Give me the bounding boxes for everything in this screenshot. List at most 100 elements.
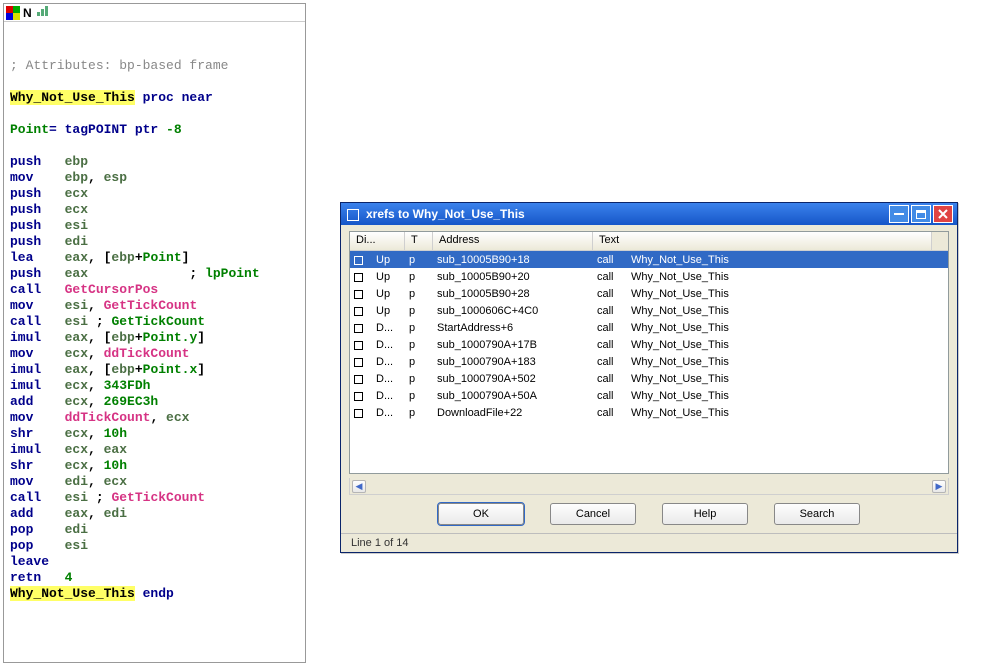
- code-line[interactable]: [10, 74, 299, 90]
- xref-row-icon: [354, 271, 370, 283]
- code-line[interactable]: push ebp: [10, 154, 299, 170]
- code-line[interactable]: call esi ; GetTickCount: [10, 490, 299, 506]
- ok-button[interactable]: OK: [438, 503, 524, 525]
- xref-row[interactable]: D...pStartAddress+6callWhy_Not_Use_This: [350, 319, 948, 336]
- xref-address: sub_1000790A+50A: [431, 390, 591, 402]
- xref-address: sub_10005B90+20: [431, 271, 591, 283]
- xref-address: sub_1000790A+183: [431, 356, 591, 368]
- xref-text: Why_Not_Use_This: [625, 271, 948, 283]
- maximize-button[interactable]: [911, 205, 931, 223]
- dialog-title: xrefs to Why_Not_Use_This: [366, 207, 887, 221]
- xref-call: call: [591, 288, 625, 300]
- code-line[interactable]: add eax, edi: [10, 506, 299, 522]
- code-line[interactable]: push esi: [10, 218, 299, 234]
- xref-direction: Up: [370, 254, 403, 266]
- code-line[interactable]: call esi ; GetTickCount: [10, 314, 299, 330]
- code-line[interactable]: [10, 106, 299, 122]
- help-button[interactable]: Help: [662, 503, 748, 525]
- xref-type: p: [403, 356, 431, 368]
- code-line[interactable]: mov edi, ecx: [10, 474, 299, 490]
- cancel-button[interactable]: Cancel: [550, 503, 636, 525]
- code-line[interactable]: imul eax, [ebp+Point.x]: [10, 362, 299, 378]
- xrefs-list: Di... T Address Text Uppsub_10005B90+18c…: [349, 231, 949, 474]
- status-bar: Line 1 of 14: [341, 533, 957, 552]
- column-headers[interactable]: Di... T Address Text: [350, 232, 948, 251]
- xref-direction: D...: [370, 356, 403, 368]
- code-line[interactable]: [10, 138, 299, 154]
- code-line[interactable]: push edi: [10, 234, 299, 250]
- code-line[interactable]: lea eax, [ebp+Point]: [10, 250, 299, 266]
- scroll-right-button[interactable]: ▶: [932, 480, 946, 493]
- xref-row-icon: [354, 407, 370, 419]
- xref-row-icon: [354, 305, 370, 317]
- code-line[interactable]: imul ecx, eax: [10, 442, 299, 458]
- code-line[interactable]: [10, 26, 299, 42]
- code-line[interactable]: shr ecx, 10h: [10, 426, 299, 442]
- xref-row[interactable]: D...psub_1000790A+502callWhy_Not_Use_Thi…: [350, 370, 948, 387]
- xref-row[interactable]: Uppsub_10005B90+20callWhy_Not_Use_This: [350, 268, 948, 285]
- col-scroll-spacer: [932, 232, 948, 250]
- xref-row[interactable]: Uppsub_10005B90+18callWhy_Not_Use_This: [350, 251, 948, 268]
- xref-call: call: [591, 407, 625, 419]
- col-direction[interactable]: Di...: [350, 232, 405, 250]
- xref-row[interactable]: D...psub_1000790A+50AcallWhy_Not_Use_Thi…: [350, 387, 948, 404]
- col-type[interactable]: T: [405, 232, 433, 250]
- xref-row[interactable]: D...psub_1000790A+17BcallWhy_Not_Use_Thi…: [350, 336, 948, 353]
- code-line[interactable]: push ecx: [10, 186, 299, 202]
- xref-row-icon: [354, 322, 370, 334]
- code-line[interactable]: push ecx: [10, 202, 299, 218]
- xref-row[interactable]: D...psub_1000790A+183callWhy_Not_Use_Thi…: [350, 353, 948, 370]
- code-line[interactable]: push eax ; lpPoint: [10, 266, 299, 282]
- xref-row[interactable]: Uppsub_1000606C+4C0callWhy_Not_Use_This: [350, 302, 948, 319]
- xref-call: call: [591, 356, 625, 368]
- code-line[interactable]: pop esi: [10, 538, 299, 554]
- xref-type: p: [403, 254, 431, 266]
- xref-type: p: [403, 305, 431, 317]
- graph-icon: [6, 6, 20, 20]
- code-line[interactable]: call GetCursorPos: [10, 282, 299, 298]
- code-line[interactable]: mov ecx, ddTickCount: [10, 346, 299, 362]
- col-address[interactable]: Address: [433, 232, 593, 250]
- disassembly-panel: N ; Attributes: bp-based frame Why_Not_U…: [3, 3, 306, 663]
- code-line[interactable]: Point= tagPOINT ptr -8: [10, 122, 299, 138]
- xref-address: sub_10005B90+28: [431, 288, 591, 300]
- xref-row[interactable]: D...pDownloadFile+22callWhy_Not_Use_This: [350, 404, 948, 421]
- dialog-titlebar[interactable]: xrefs to Why_Not_Use_This: [341, 203, 957, 225]
- code-line[interactable]: Why_Not_Use_This proc near: [10, 90, 299, 106]
- code-line[interactable]: Why_Not_Use_This endp: [10, 586, 299, 602]
- xref-call: call: [591, 254, 625, 266]
- xref-row-icon: [354, 254, 370, 266]
- code-line[interactable]: mov ddTickCount, ecx: [10, 410, 299, 426]
- xref-direction: Up: [370, 271, 403, 283]
- disassembly-listing[interactable]: ; Attributes: bp-based frame Why_Not_Use…: [4, 22, 305, 606]
- scroll-left-button[interactable]: ◀: [352, 480, 366, 493]
- dialog-buttons: OK Cancel Help Search: [341, 495, 957, 533]
- xrefs-rows[interactable]: Uppsub_10005B90+18callWhy_Not_Use_ThisUp…: [350, 251, 948, 473]
- close-button[interactable]: [933, 205, 953, 223]
- code-line[interactable]: imul eax, [ebp+Point.y]: [10, 330, 299, 346]
- minimize-button[interactable]: [889, 205, 909, 223]
- panel-titlebar[interactable]: N: [4, 4, 305, 22]
- code-line[interactable]: mov ebp, esp: [10, 170, 299, 186]
- code-line[interactable]: pop edi: [10, 522, 299, 538]
- xref-address: StartAddress+6: [431, 322, 591, 334]
- xref-text: Why_Not_Use_This: [625, 339, 948, 351]
- xref-text: Why_Not_Use_This: [625, 288, 948, 300]
- xref-type: p: [403, 322, 431, 334]
- xref-direction: D...: [370, 373, 403, 385]
- title-chart-icon: [36, 5, 54, 20]
- search-button[interactable]: Search: [774, 503, 860, 525]
- code-line[interactable]: add ecx, 269EC3h: [10, 394, 299, 410]
- code-line[interactable]: leave: [10, 554, 299, 570]
- code-line[interactable]: mov esi, GetTickCount: [10, 298, 299, 314]
- col-text[interactable]: Text: [593, 232, 932, 250]
- code-line[interactable]: retn 4: [10, 570, 299, 586]
- code-line[interactable]: shr ecx, 10h: [10, 458, 299, 474]
- horizontal-scrollbar[interactable]: ◀ ▶: [349, 478, 949, 495]
- code-line[interactable]: ; Attributes: bp-based frame: [10, 58, 299, 74]
- code-line[interactable]: imul ecx, 343FDh: [10, 378, 299, 394]
- xref-call: call: [591, 305, 625, 317]
- xref-row[interactable]: Uppsub_10005B90+28callWhy_Not_Use_This: [350, 285, 948, 302]
- code-line[interactable]: [10, 42, 299, 58]
- xref-address: DownloadFile+22: [431, 407, 591, 419]
